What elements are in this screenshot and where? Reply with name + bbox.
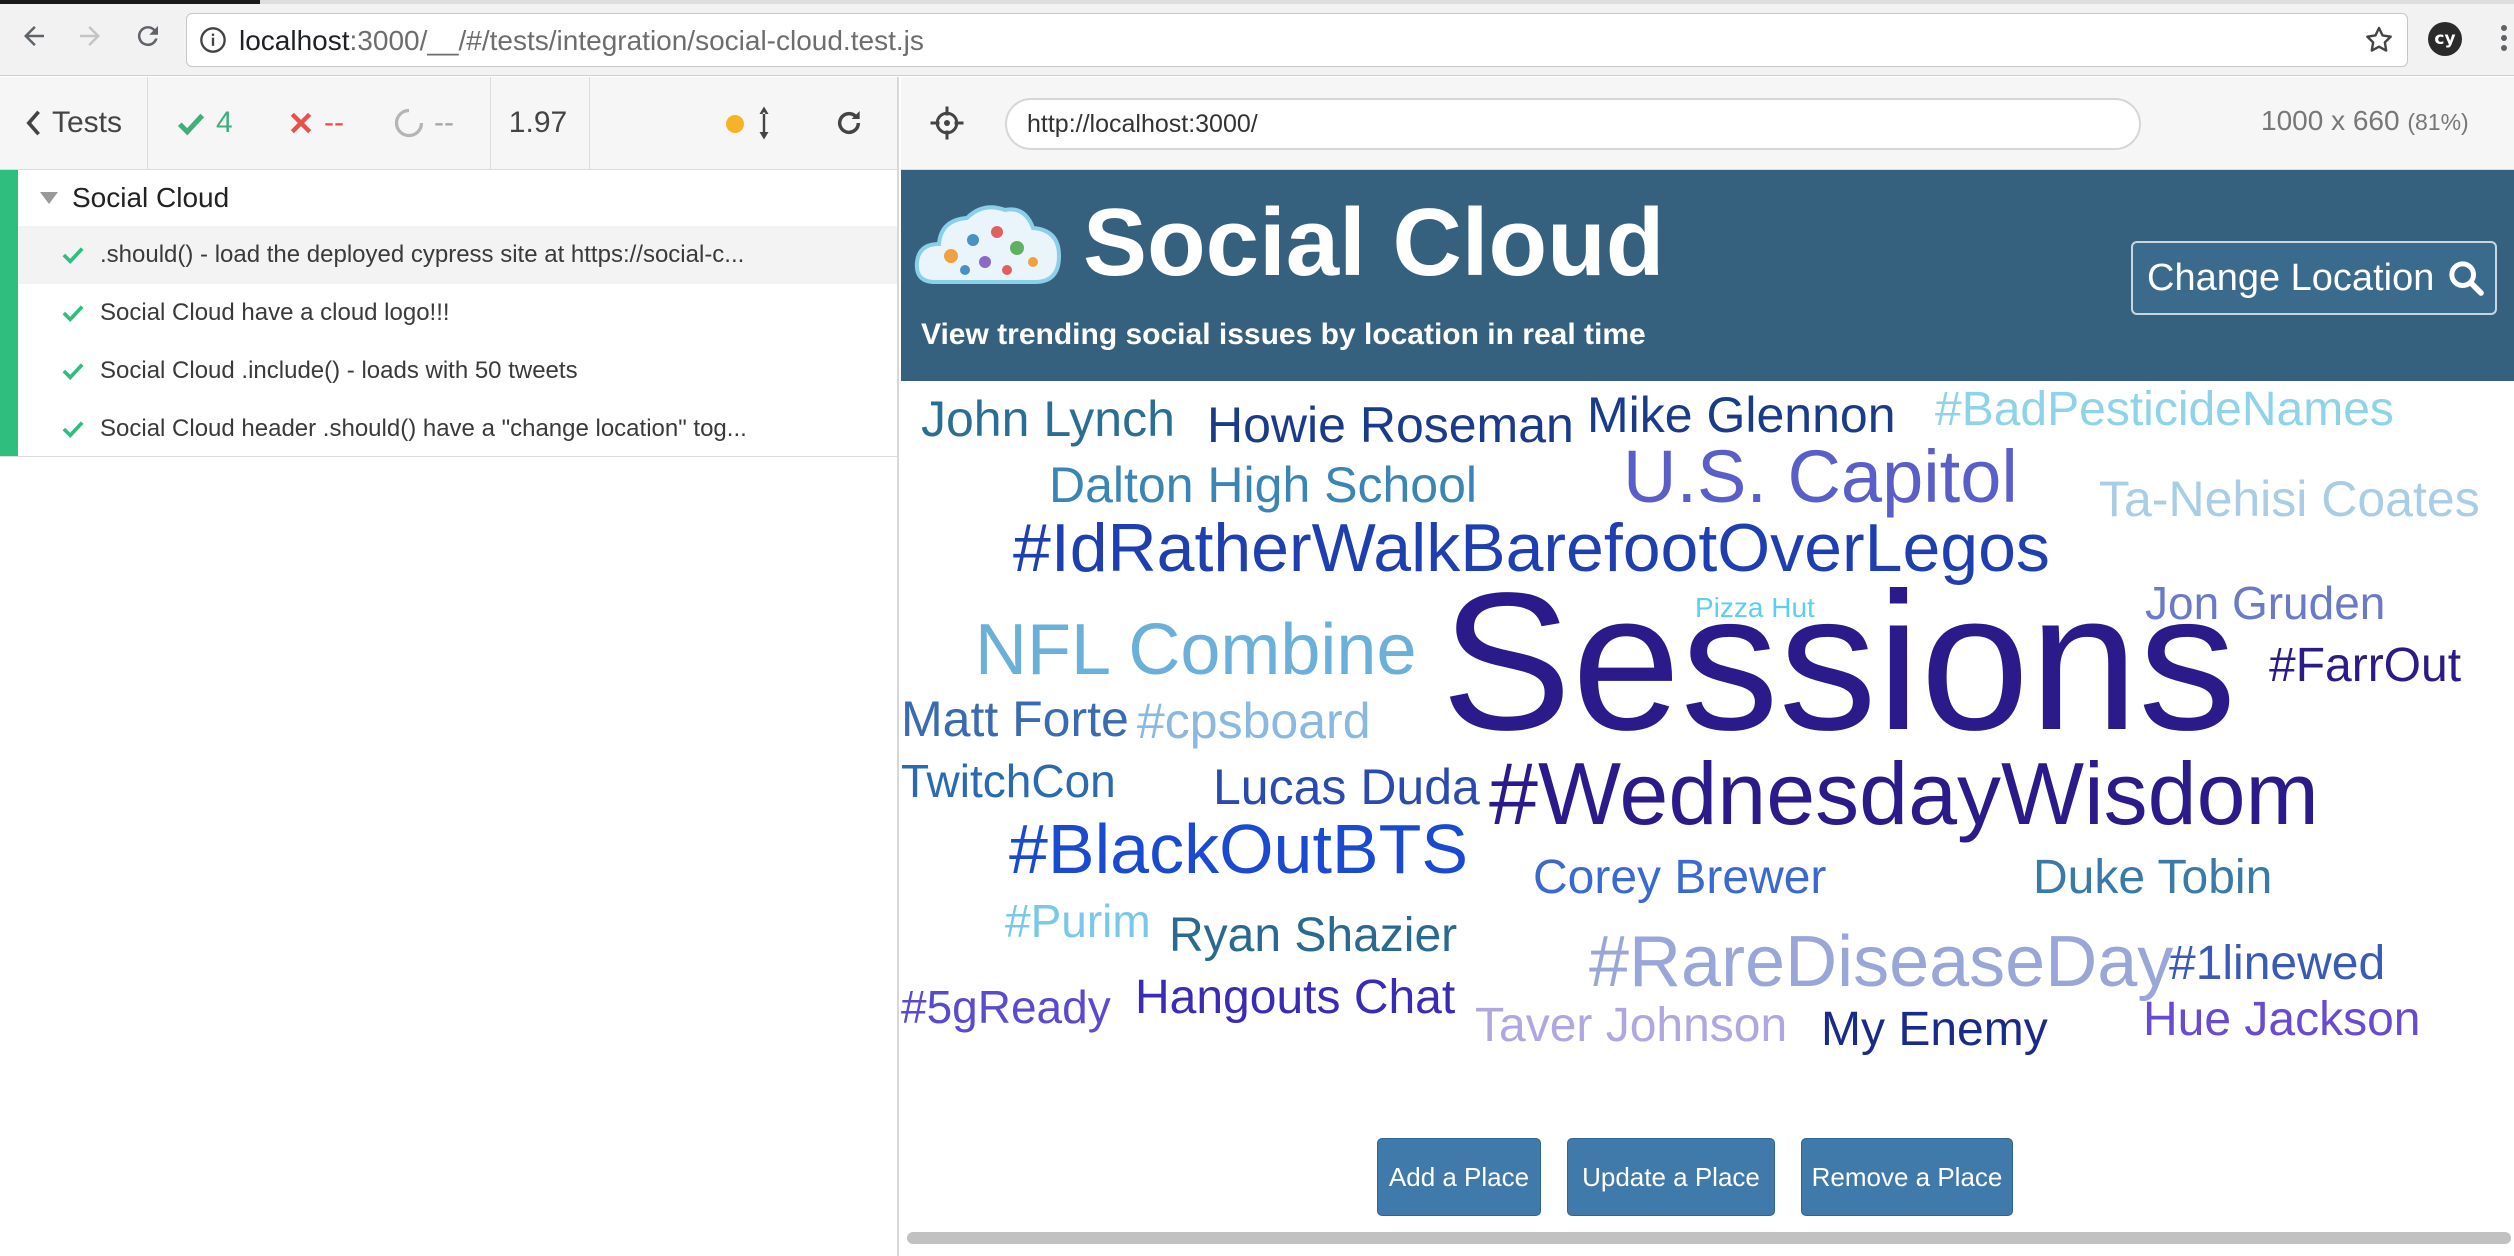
pending-count: -- bbox=[394, 77, 454, 169]
add-place-button[interactable]: Add a Place bbox=[1377, 1138, 1541, 1216]
back-label: Tests bbox=[51, 106, 123, 139]
cloud-word[interactable]: John Lynch bbox=[921, 394, 1175, 444]
cloud-word[interactable]: Pizza Hut bbox=[1695, 594, 1815, 622]
cloud-word[interactable]: Howie Roseman bbox=[1207, 400, 1574, 450]
cloud-word[interactable]: #5gReady bbox=[901, 984, 1111, 1030]
app-frame: Social Cloud View trending social issues… bbox=[901, 170, 2514, 1256]
auto-scroll-arrows-icon[interactable] bbox=[756, 105, 772, 141]
failed-value: -- bbox=[324, 106, 344, 139]
cloud-logo bbox=[914, 205, 1062, 284]
list-divider bbox=[0, 456, 897, 457]
horizontal-scrollbar[interactable] bbox=[907, 1232, 2511, 1244]
browser-menu-icon[interactable] bbox=[2494, 18, 2514, 58]
test-title: Social Cloud header .should() have a "ch… bbox=[100, 415, 747, 442]
cloud-word[interactable]: #cpsboard bbox=[1137, 696, 1371, 746]
cloud-word[interactable]: #BlackOutBTS bbox=[1009, 814, 1468, 884]
browser-toolbar: localhost:3000/__/#/tests/integration/so… bbox=[0, 0, 2514, 76]
test-row[interactable]: .should() - load the deployed cypress si… bbox=[18, 226, 897, 284]
check-icon bbox=[62, 421, 84, 439]
viewport-dimensions: 1000 x 660 bbox=[2261, 105, 2400, 136]
passed-count: 4 bbox=[176, 77, 233, 169]
cloud-word[interactable]: Mike Glennon bbox=[1587, 390, 1896, 440]
test-title: Social Cloud .include() - loads with 50 … bbox=[100, 357, 578, 384]
cloud-word[interactable]: Dalton High School bbox=[1049, 460, 1477, 510]
test-row[interactable]: Social Cloud header .should() have a "ch… bbox=[18, 400, 897, 458]
collapse-triangle-icon[interactable] bbox=[40, 192, 58, 204]
address-bar[interactable]: localhost:3000/__/#/tests/integration/so… bbox=[186, 13, 2408, 67]
check-icon bbox=[62, 305, 84, 323]
aut-url-field[interactable]: http://localhost:3000/ bbox=[1005, 98, 2141, 150]
address-url[interactable]: localhost:3000/__/#/tests/integration/so… bbox=[239, 25, 924, 57]
cloud-word[interactable]: #WednesdayWisdom bbox=[1489, 750, 2319, 838]
test-title: Social Cloud have a cloud logo!!! bbox=[100, 299, 450, 326]
bookmark-star-icon[interactable] bbox=[2363, 24, 2395, 56]
tab-strip bbox=[0, 0, 2514, 4]
url-host: localhost bbox=[239, 25, 350, 56]
running-indicator-dot bbox=[726, 115, 744, 133]
test-reporter: Tests 4 -- -- 1.97 Social Cloud .should(… bbox=[0, 77, 899, 1256]
cloud-word[interactable]: Hangouts Chat bbox=[1135, 974, 1455, 1022]
cloud-word[interactable]: #BadPesticideNames bbox=[1935, 386, 2394, 434]
cloud-word[interactable]: Ryan Shazier bbox=[1169, 912, 1457, 960]
change-location-label: Change Location bbox=[2147, 256, 2435, 299]
cloud-word[interactable]: Sessions bbox=[1441, 564, 2236, 760]
search-icon bbox=[2449, 261, 2485, 296]
duration: 1.97 bbox=[508, 106, 568, 139]
app-header: Social Cloud View trending social issues… bbox=[901, 170, 2514, 381]
cloud-word[interactable]: Lucas Duda bbox=[1213, 762, 1480, 812]
test-title: .should() - load the deployed cypress si… bbox=[100, 241, 745, 268]
viewport-zoom: (81%) bbox=[2407, 109, 2469, 135]
x-icon bbox=[290, 112, 312, 134]
viewport-size: 1000 x 660 (81%) bbox=[2261, 105, 2469, 137]
chevron-left-icon bbox=[26, 110, 40, 136]
cloud-word[interactable]: My Enemy bbox=[1821, 1006, 2048, 1054]
cloud-word[interactable]: #FarrOut bbox=[2269, 642, 2461, 690]
cloud-word[interactable]: NFL Combine bbox=[975, 614, 1417, 686]
cloud-word[interactable]: U.S. Capitol bbox=[1623, 440, 2018, 514]
reload-icon[interactable] bbox=[128, 16, 168, 56]
test-row[interactable]: Social Cloud have a cloud logo!!! bbox=[18, 284, 897, 342]
cloud-word[interactable]: #1linewed bbox=[2169, 940, 2385, 988]
cloud-word[interactable]: Ta-Nehisi Coates bbox=[2099, 474, 2480, 524]
cloud-word[interactable]: #Purim bbox=[1005, 898, 1151, 944]
cloud-word[interactable]: Duke Tobin bbox=[2033, 854, 2272, 902]
selector-playground-crosshair-icon[interactable] bbox=[929, 105, 965, 141]
check-icon bbox=[62, 363, 84, 381]
url-path: :3000/__/#/tests/integration/social-clou… bbox=[349, 25, 924, 56]
remove-place-button[interactable]: Remove a Place bbox=[1801, 1138, 2013, 1216]
suite-pass-bar bbox=[0, 170, 18, 456]
rerun-tests-icon[interactable] bbox=[833, 107, 865, 139]
pending-value: -- bbox=[434, 106, 454, 139]
forward-arrow-icon[interactable] bbox=[70, 16, 110, 56]
failed-count: -- bbox=[288, 77, 344, 169]
info-icon[interactable] bbox=[199, 26, 227, 54]
suite-row[interactable]: Social Cloud bbox=[18, 170, 897, 226]
back-arrow-icon[interactable] bbox=[14, 16, 54, 56]
cloud-word[interactable]: Taver Johnson bbox=[1475, 1002, 1787, 1050]
test-row[interactable]: Social Cloud .include() - loads with 50 … bbox=[18, 342, 897, 400]
cloud-word[interactable]: #RareDiseaseDay bbox=[1589, 926, 2173, 998]
change-location-button[interactable]: Change Location bbox=[2131, 241, 2497, 315]
reporter-header: Tests 4 -- -- 1.97 bbox=[0, 77, 897, 170]
pending-circle-icon bbox=[394, 108, 424, 138]
cloud-word[interactable]: Jon Gruden bbox=[2145, 580, 2385, 626]
cypress-extension-icon[interactable]: cy bbox=[2428, 22, 2462, 56]
cloud-word[interactable]: TwitchCon bbox=[901, 758, 1116, 804]
active-tab-indicator bbox=[0, 0, 260, 4]
passed-value: 4 bbox=[216, 106, 233, 139]
check-icon bbox=[62, 247, 84, 265]
cloud-word[interactable]: Corey Brewer bbox=[1533, 854, 1826, 902]
aut-header: http://localhost:3000/ 1000 x 660 (81%) bbox=[901, 77, 2514, 170]
app-subtitle: View trending social issues by location … bbox=[921, 318, 1646, 351]
cloud-word[interactable]: Matt Forte bbox=[901, 694, 1129, 744]
app-title: Social Cloud bbox=[1083, 189, 1665, 296]
check-icon bbox=[177, 113, 205, 136]
cloud-word[interactable]: Hue Jackson bbox=[2143, 996, 2420, 1044]
suite-title: Social Cloud bbox=[72, 182, 230, 213]
back-to-tests-button[interactable]: Tests bbox=[0, 77, 146, 169]
update-place-button[interactable]: Update a Place bbox=[1567, 1138, 1775, 1216]
